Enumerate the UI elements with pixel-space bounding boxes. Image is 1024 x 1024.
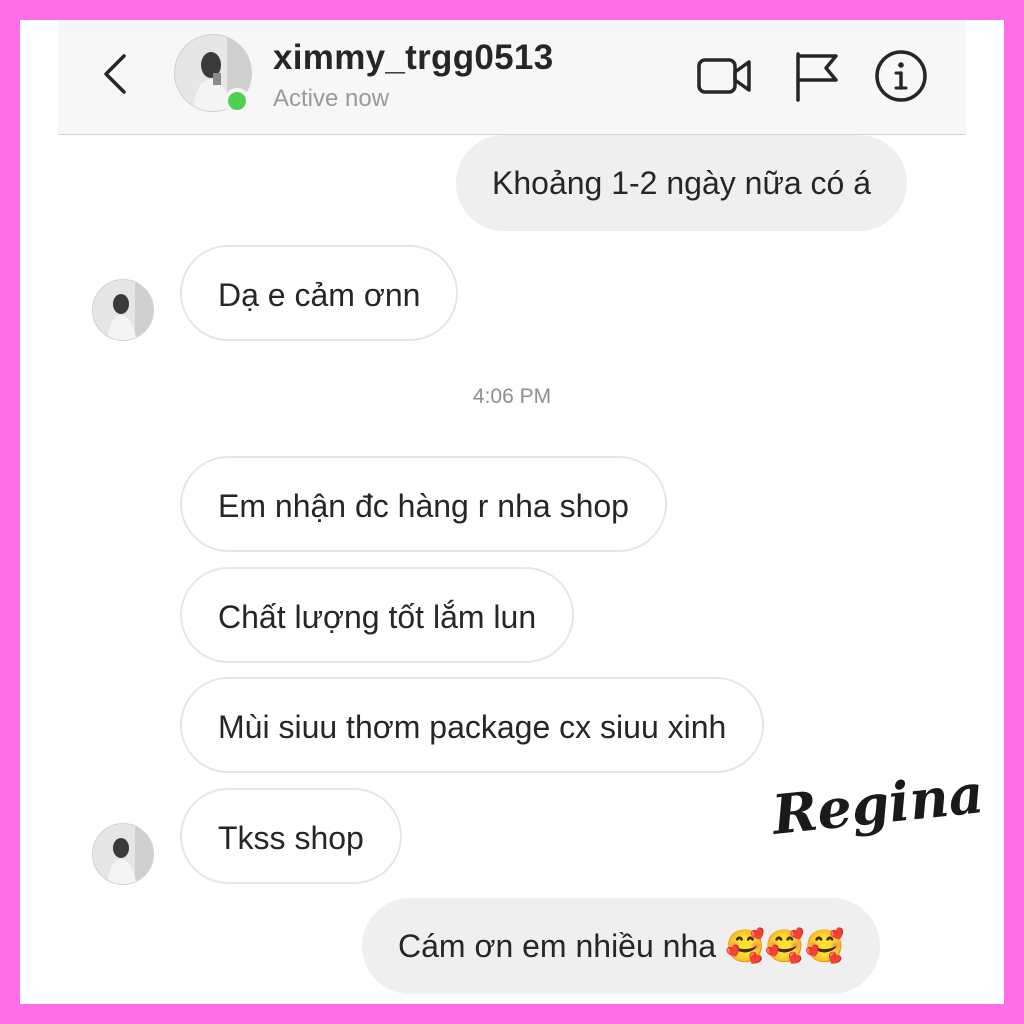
report-button[interactable] xyxy=(788,48,844,104)
message-bubble-outgoing[interactable]: Cám ơn em nhiều nha 🥰🥰🥰 xyxy=(362,898,881,994)
message-bubble-outgoing[interactable]: Khoảng 1-2 ngày nữa có á xyxy=(456,135,908,231)
sender-avatar[interactable] xyxy=(92,279,154,341)
chat-username[interactable]: ximmy_trgg0513 xyxy=(273,38,553,78)
info-button[interactable] xyxy=(873,48,929,104)
chat-header: ximmy_trgg0513 Active now xyxy=(58,20,966,135)
message-timestamp: 4:06 PM xyxy=(472,385,552,408)
message-bubble-incoming[interactable]: Em nhận đc hàng r nha shop xyxy=(180,456,667,552)
brand-watermark: Regina xyxy=(769,761,987,847)
profile-photo xyxy=(93,824,153,884)
profile-photo xyxy=(93,280,153,340)
chat-window: ximmy_trgg0513 Active now Khoảng 1-2 ngà… xyxy=(20,20,1004,1004)
back-button[interactable] xyxy=(98,52,134,96)
chevron-left-icon xyxy=(104,54,126,94)
active-status: Active now xyxy=(273,85,390,112)
sender-avatar[interactable] xyxy=(92,823,154,885)
flag-icon xyxy=(796,52,838,102)
video-camera-icon xyxy=(697,58,751,94)
message-bubble-incoming[interactable]: Mùi siuu thơm package cx siuu xinh xyxy=(180,677,765,773)
message-bubble-incoming[interactable]: Tkss shop xyxy=(180,788,402,884)
message-bubble-incoming[interactable]: Dạ e cảm ơnn xyxy=(180,245,459,341)
video-call-button[interactable] xyxy=(696,48,752,104)
message-bubble-incoming[interactable]: Chất lượng tốt lắm lun xyxy=(180,567,575,663)
info-icon xyxy=(875,50,927,102)
online-status-dot xyxy=(224,88,250,114)
